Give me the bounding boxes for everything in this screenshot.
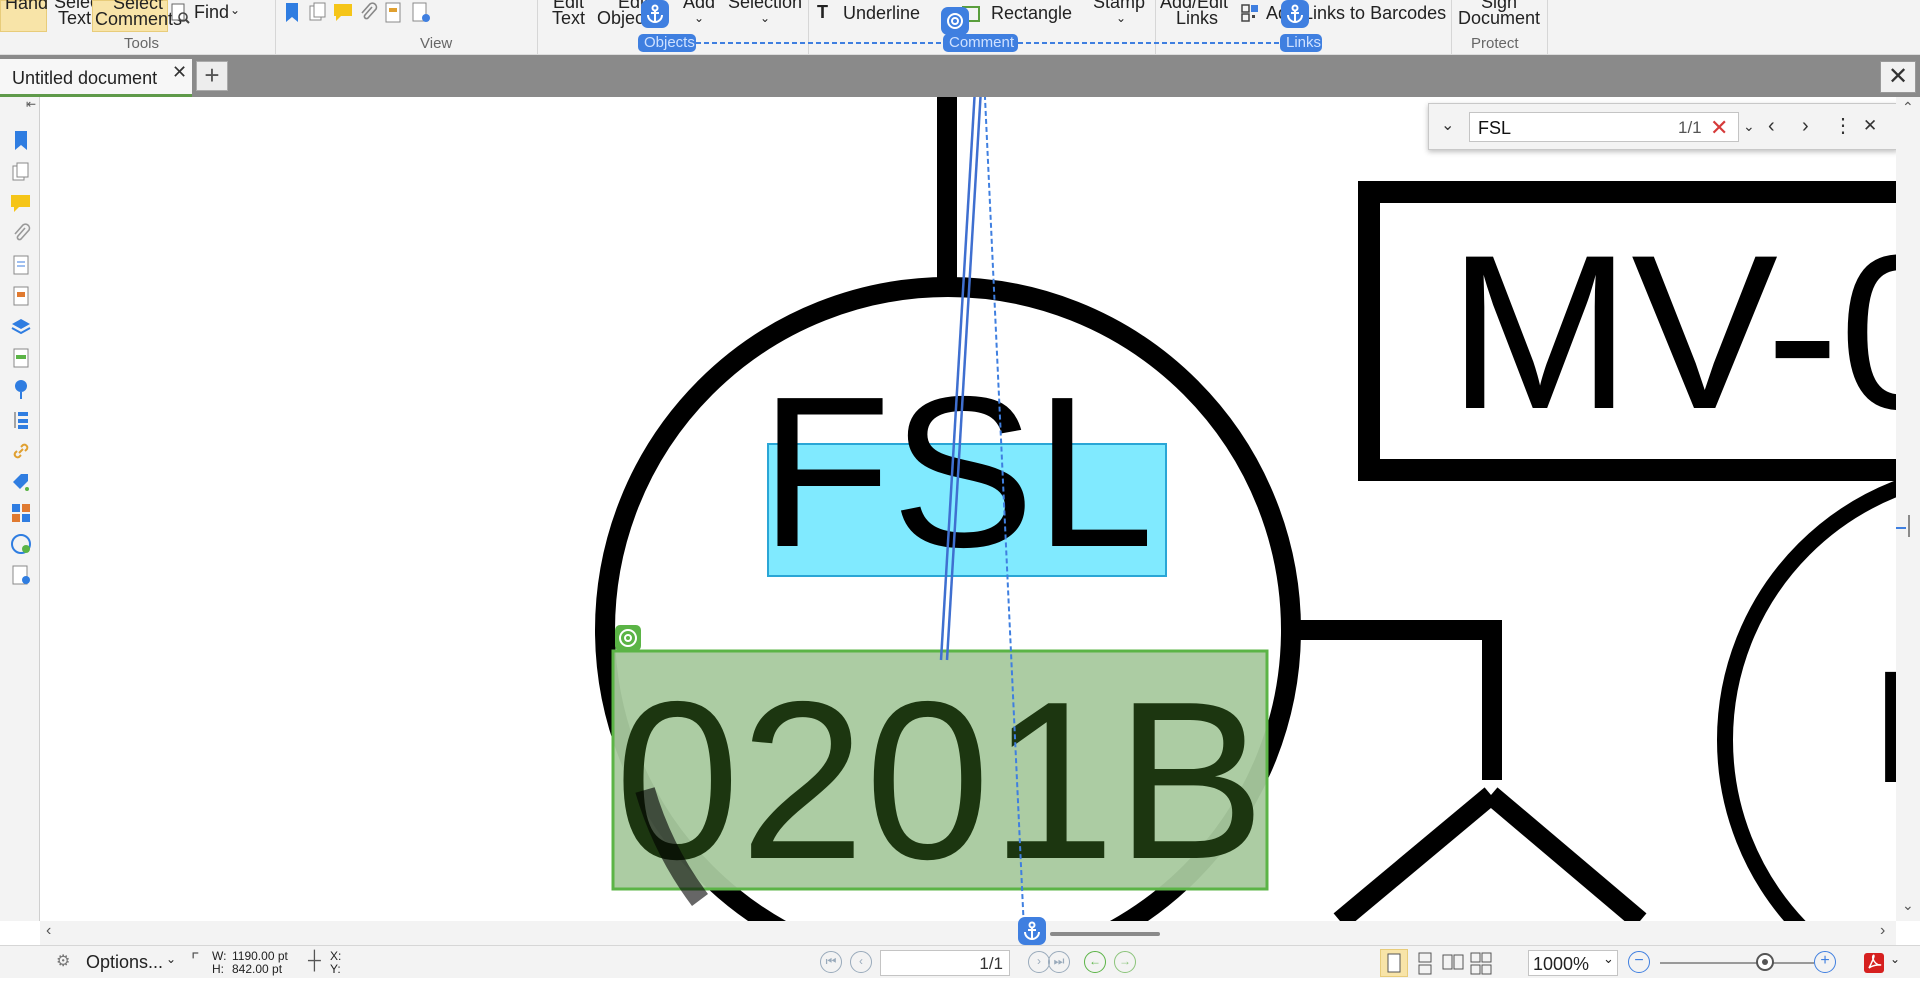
- options-chevron-icon[interactable]: ⌄: [166, 952, 176, 966]
- last-page-icon[interactable]: ⏭: [1048, 951, 1070, 973]
- next-page-icon[interactable]: ›: [1028, 951, 1050, 973]
- find-options-chevron-icon[interactable]: ⌄: [1441, 115, 1454, 137]
- previous-page-icon[interactable]: ‹: [850, 951, 872, 973]
- collapse-panel-icon[interactable]: ⇤: [26, 97, 36, 111]
- diagonal-line-right: [1484, 787, 1647, 921]
- zoom-in-icon[interactable]: +: [1814, 951, 1836, 973]
- links-icon[interactable]: [10, 440, 32, 462]
- previous-result-icon[interactable]: ‹: [1768, 115, 1775, 137]
- document-canvas[interactable]: FSL 0201B MV-0 M: [40, 97, 1896, 921]
- annotation-target-icon: [615, 625, 641, 651]
- find-query: FSL: [1478, 118, 1512, 138]
- options-gear-icon[interactable]: ⚙: [56, 951, 70, 971]
- zoom-out-icon[interactable]: −: [1628, 951, 1650, 973]
- layers-icon[interactable]: [10, 316, 32, 338]
- find-input[interactable]: FSL 1/1 ✕: [1469, 112, 1739, 142]
- scroll-down-icon[interactable]: ⌄: [1902, 897, 1914, 914]
- bookmarks-icon[interactable]: [10, 130, 32, 152]
- content-icon[interactable]: [10, 502, 32, 524]
- scroll-anchor-icon[interactable]: [1018, 917, 1046, 945]
- valve-tag-label: MV-0: [1448, 209, 1896, 455]
- width-value: 1190.00 pt: [232, 949, 288, 963]
- connector-line: [1291, 620, 1502, 745]
- scroll-thumb[interactable]: [1908, 515, 1910, 537]
- diagram-drawing: FSL 0201B MV-0 M: [595, 97, 1896, 921]
- page-number-input[interactable]: 1/1: [880, 950, 1010, 976]
- scroll-left-icon[interactable]: ‹: [46, 922, 51, 940]
- find-history-chevron-icon[interactable]: ⌄: [1743, 115, 1755, 137]
- single-page-view-button[interactable]: [1380, 949, 1408, 977]
- attachments-icon[interactable]: [10, 223, 32, 245]
- right-circle-label: M: [1872, 637, 1896, 816]
- scroll-right-icon[interactable]: ›: [1880, 922, 1885, 940]
- right-circle: [1717, 480, 1896, 921]
- tab-label: Untitled document: [12, 68, 158, 88]
- next-view-icon[interactable]: →: [1114, 951, 1136, 973]
- tab-untitled-document[interactable]: Untitled document ✕: [0, 59, 192, 97]
- height-value: 842.00 pt: [232, 962, 283, 976]
- page-labels-icon[interactable]: [10, 285, 32, 307]
- facing-continuous-icon[interactable]: [1468, 951, 1494, 977]
- accessibility-icon[interactable]: [10, 533, 32, 555]
- zoom-slider-thumb[interactable]: [1756, 953, 1774, 971]
- width-label: W:: [212, 949, 227, 963]
- zoom-slider[interactable]: [1660, 962, 1814, 964]
- height-label: H:: [212, 962, 224, 976]
- thumbnails-icon[interactable]: [10, 161, 32, 183]
- find-bar: ⌄ FSL 1/1 ✕ ⌄ ‹ › ⋮ ✕: [1428, 103, 1898, 150]
- new-tab-button[interactable]: +: [196, 61, 228, 91]
- find-result-count: 1/1: [1678, 118, 1702, 137]
- x-coordinate-label: X:: [330, 949, 342, 963]
- zoom-select[interactable]: 1000% ⌄: [1528, 950, 1618, 976]
- next-result-icon[interactable]: ›: [1802, 115, 1809, 137]
- fields-icon[interactable]: [10, 347, 32, 369]
- vertical-scrollbar[interactable]: ⌃ ⌄: [1896, 97, 1920, 921]
- diagonal-line-left: [1333, 787, 1498, 921]
- tag-number-label: 0201B: [615, 654, 1266, 906]
- pdf-logo-icon[interactable]: [1862, 951, 1886, 975]
- first-page-icon[interactable]: ⏮: [820, 951, 842, 973]
- scroll-up-icon[interactable]: ⌃: [1902, 99, 1914, 116]
- scroll-thumb[interactable]: [1050, 932, 1160, 936]
- comments-icon[interactable]: [10, 192, 32, 214]
- tags-icon[interactable]: [10, 471, 32, 493]
- group-connector-line: [696, 42, 1280, 44]
- document-icon[interactable]: [10, 254, 32, 276]
- horizontal-scrollbar[interactable]: ‹ ›: [40, 917, 1896, 945]
- clear-search-icon[interactable]: ✕: [1710, 115, 1728, 141]
- close-find-icon[interactable]: ✕: [1863, 115, 1877, 137]
- options-button[interactable]: Options...: [86, 952, 163, 973]
- zoom-chevron-icon: ⌄: [1603, 951, 1614, 966]
- more-options-icon[interactable]: ⋮: [1833, 115, 1853, 137]
- zoom-value: 1000%: [1533, 954, 1590, 974]
- cursor-position-icon: ┼: [308, 950, 321, 970]
- previous-view-icon[interactable]: ←: [1084, 951, 1106, 973]
- scroll-marker: [1896, 527, 1906, 529]
- y-coordinate-label: Y:: [330, 962, 341, 976]
- ribbon-toolbar: Hand Select Text Select Comments Find ⌄ …: [0, 0, 1920, 55]
- more-chevron-icon[interactable]: ⌄: [1890, 952, 1900, 966]
- signatures-icon[interactable]: [10, 564, 32, 586]
- single-page-icon: [1387, 953, 1401, 973]
- continuous-page-icon[interactable]: [1412, 951, 1438, 977]
- page-number: 1/1: [979, 954, 1003, 973]
- left-side-toolbar: ⇤: [0, 97, 40, 921]
- page-size-icon: ⌜: [191, 950, 200, 970]
- status-bar: ⚙ Options... ⌄ ⌜ W: 1190.00 pt H: 842.00…: [0, 945, 1920, 978]
- close-tab-icon[interactable]: ✕: [172, 62, 187, 83]
- structure-tree-icon[interactable]: [10, 409, 32, 431]
- close-document-button[interactable]: ✕: [1880, 61, 1916, 93]
- document-tab-bar: Untitled document ✕ + ✕: [0, 55, 1920, 97]
- destinations-icon[interactable]: [10, 378, 32, 400]
- facing-pages-icon[interactable]: [1440, 951, 1466, 977]
